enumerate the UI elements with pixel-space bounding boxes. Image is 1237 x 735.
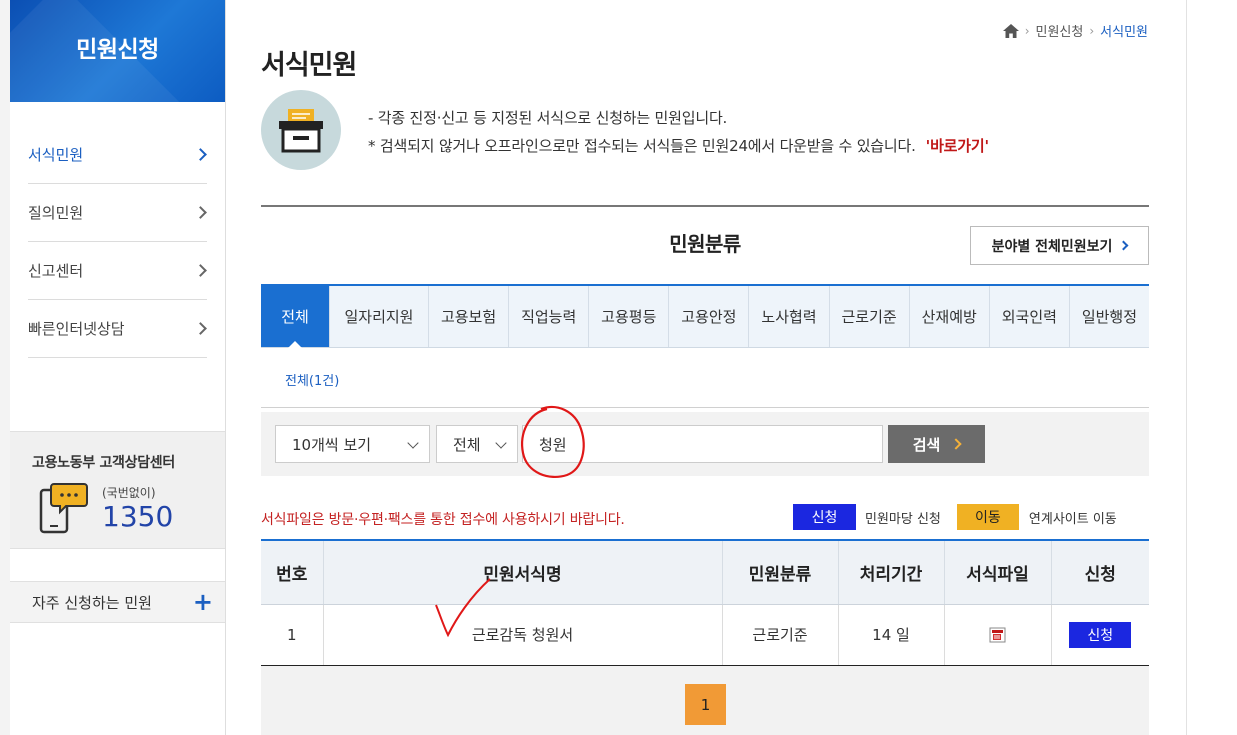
col-header-form-name: 민원서식명	[323, 539, 723, 605]
sidebar-header: 민원신청	[10, 0, 225, 102]
sidebar: 민원신청 서식민원 질의민원 신고센터 빠른인터넷상담 고용노동부 고객상담센터	[10, 0, 226, 735]
row-form-file	[944, 604, 1052, 667]
page-size-value: 10개씩 보기	[292, 435, 372, 454]
chevron-right-icon: ›	[1024, 23, 1030, 38]
divider	[261, 205, 1149, 207]
customer-center-sub: (국번없이)	[102, 486, 156, 500]
sidebar-item-inquiry[interactable]: 질의민원	[28, 184, 207, 242]
sidebar-item-label: 질의민원	[28, 204, 84, 222]
sidebar-item-online-counsel[interactable]: 빠른인터넷상담	[28, 300, 207, 358]
favorite-petitions[interactable]: 자주 신청하는 민원 +	[10, 581, 225, 623]
intro-line-2-text: * 검색되지 않거나 오프라인으로만 접수되는 서식들은 민원24에서 다운받을…	[368, 137, 916, 155]
archive-box-icon	[261, 90, 341, 170]
tab-employment-equality[interactable]: 고용평등	[589, 286, 670, 347]
move-badge: 이동	[956, 504, 1019, 530]
sidebar-title: 민원신청	[76, 37, 159, 63]
archive-icon	[279, 109, 323, 153]
home-icon[interactable]	[1002, 23, 1019, 38]
right-divider	[1186, 0, 1187, 735]
tab-foreign-workforce[interactable]: 외국인력	[990, 286, 1070, 347]
col-header-form-file: 서식파일	[944, 539, 1052, 605]
row-number: 1	[261, 604, 324, 667]
search-scope-select[interactable]: 전체	[436, 425, 518, 463]
divider	[261, 407, 1149, 408]
sidebar-item-report-center[interactable]: 신고센터	[28, 242, 207, 300]
row-form-name[interactable]: 근로감독 청원서	[323, 604, 723, 667]
row-category: 근로기준	[722, 604, 839, 667]
left-gutter	[0, 0, 10, 735]
apply-badge: 신청	[793, 504, 856, 530]
phone-chat-icon	[39, 483, 88, 534]
table-header-row: 번호 민원서식명 민원분류 처리기간 서식파일 신청	[261, 539, 1149, 605]
tab-vocational-ability[interactable]: 직업능력	[509, 286, 590, 347]
tab-job-support[interactable]: 일자리지원	[330, 286, 429, 347]
col-header-apply: 신청	[1051, 539, 1149, 605]
intro-text: - 각종 진정·신고 등 지정된 서식으로 신청하는 민원입니다. * 검색되지…	[368, 104, 989, 160]
search-input[interactable]	[522, 425, 883, 463]
sidebar-item-form-petition[interactable]: 서식민원	[28, 126, 207, 184]
col-header-number: 번호	[261, 539, 324, 605]
chevron-right-icon: ›	[1089, 23, 1095, 38]
chevron-down-icon	[407, 437, 419, 449]
customer-center-title: 고용노동부 고객상담센터	[32, 455, 175, 471]
sidebar-item-label: 서식민원	[28, 146, 84, 164]
legend: 신청 민원마당 신청 이동 연계사이트 이동	[793, 504, 1117, 530]
chevron-right-icon	[1118, 240, 1129, 251]
chevron-right-icon	[950, 438, 962, 450]
plus-icon[interactable]: +	[193, 590, 213, 614]
sidebar-item-label: 신고센터	[28, 262, 84, 280]
page: 민원신청 서식민원 질의민원 신고센터 빠른인터넷상담 고용노동부 고객상담센터	[0, 0, 1237, 735]
tab-employment-stability[interactable]: 고용안정	[669, 286, 750, 347]
page-size-select[interactable]: 10개씩 보기	[275, 425, 430, 463]
chevron-right-icon	[194, 264, 207, 277]
breadcrumb: › 민원신청 › 서식민원	[1002, 21, 1148, 40]
row-period: 14 일	[838, 604, 945, 667]
favorite-label: 자주 신청하는 민원	[32, 593, 152, 612]
search-button-label: 검색	[912, 435, 941, 454]
chevron-right-icon	[194, 322, 207, 335]
petition-table: 번호 민원서식명 민원분류 처리기간 서식파일 신청 1 근로감독 청원서 근로…	[261, 539, 1149, 667]
row-apply: 신청	[1051, 604, 1149, 667]
tab-labor-standards[interactable]: 근로기준	[830, 286, 910, 347]
tab-all[interactable]: 전체	[261, 286, 330, 348]
tab-employment-insurance[interactable]: 고용보험	[429, 286, 510, 347]
table-row: 1 근로감독 청원서 근로기준 14 일 신청	[261, 604, 1149, 667]
page-title: 서식민원	[261, 50, 357, 81]
pagination: 1	[261, 666, 1149, 735]
shortcut-link[interactable]: '바로가기'	[926, 137, 989, 155]
all-petitions-button[interactable]: 분야별 전체민원보기	[970, 226, 1149, 265]
tab-general-admin[interactable]: 일반행정	[1070, 286, 1149, 347]
breadcrumb-item[interactable]: 민원신청	[1036, 21, 1084, 40]
intro-line-1: - 각종 진정·신고 등 지정된 서식으로 신청하는 민원입니다.	[368, 109, 728, 127]
sidebar-item-label: 빠른인터넷상담	[28, 320, 125, 338]
move-desc: 연계사이트 이동	[1028, 511, 1117, 527]
search-scope-value: 전체	[453, 435, 481, 454]
apply-desc: 민원마당 신청	[865, 511, 941, 527]
intro-line-2: * 검색되지 않거나 오프라인으로만 접수되는 서식들은 민원24에서 다운받을…	[368, 132, 989, 160]
chevron-down-icon	[495, 437, 507, 449]
customer-center-box[interactable]: 고용노동부 고객상담센터 (국번없이) 1350	[10, 431, 225, 549]
chevron-right-icon	[194, 206, 207, 219]
category-tabs: 전체 일자리지원 고용보험 직업능력 고용평등 고용안정 노사협력 근로기준 산…	[261, 284, 1149, 348]
search-button[interactable]: 검색	[888, 425, 985, 463]
customer-center-number: 1350	[102, 500, 174, 533]
breadcrumb-current[interactable]: 서식민원	[1100, 21, 1148, 40]
document-file-icon[interactable]	[989, 627, 1007, 643]
page-button-current[interactable]: 1	[685, 684, 726, 725]
tab-labor-cooperation[interactable]: 노사협력	[749, 286, 830, 347]
col-header-category: 민원분류	[722, 539, 839, 605]
chevron-right-icon	[194, 148, 207, 161]
apply-button[interactable]: 신청	[1069, 621, 1132, 648]
sidebar-menu: 서식민원 질의민원 신고센터 빠른인터넷상담	[10, 126, 225, 358]
search-bar: 10개씩 보기 전체 검색	[261, 412, 1149, 476]
all-petitions-label: 분야별 전체민원보기	[991, 238, 1113, 255]
tab-industrial-safety[interactable]: 산재예방	[910, 286, 990, 347]
col-header-period: 처리기간	[838, 539, 945, 605]
notice-text: 서식파일은 방문·우편·팩스를 통한 접수에 사용하시기 바랍니다.	[261, 512, 625, 528]
result-count[interactable]: 전체(1건)	[285, 370, 339, 389]
